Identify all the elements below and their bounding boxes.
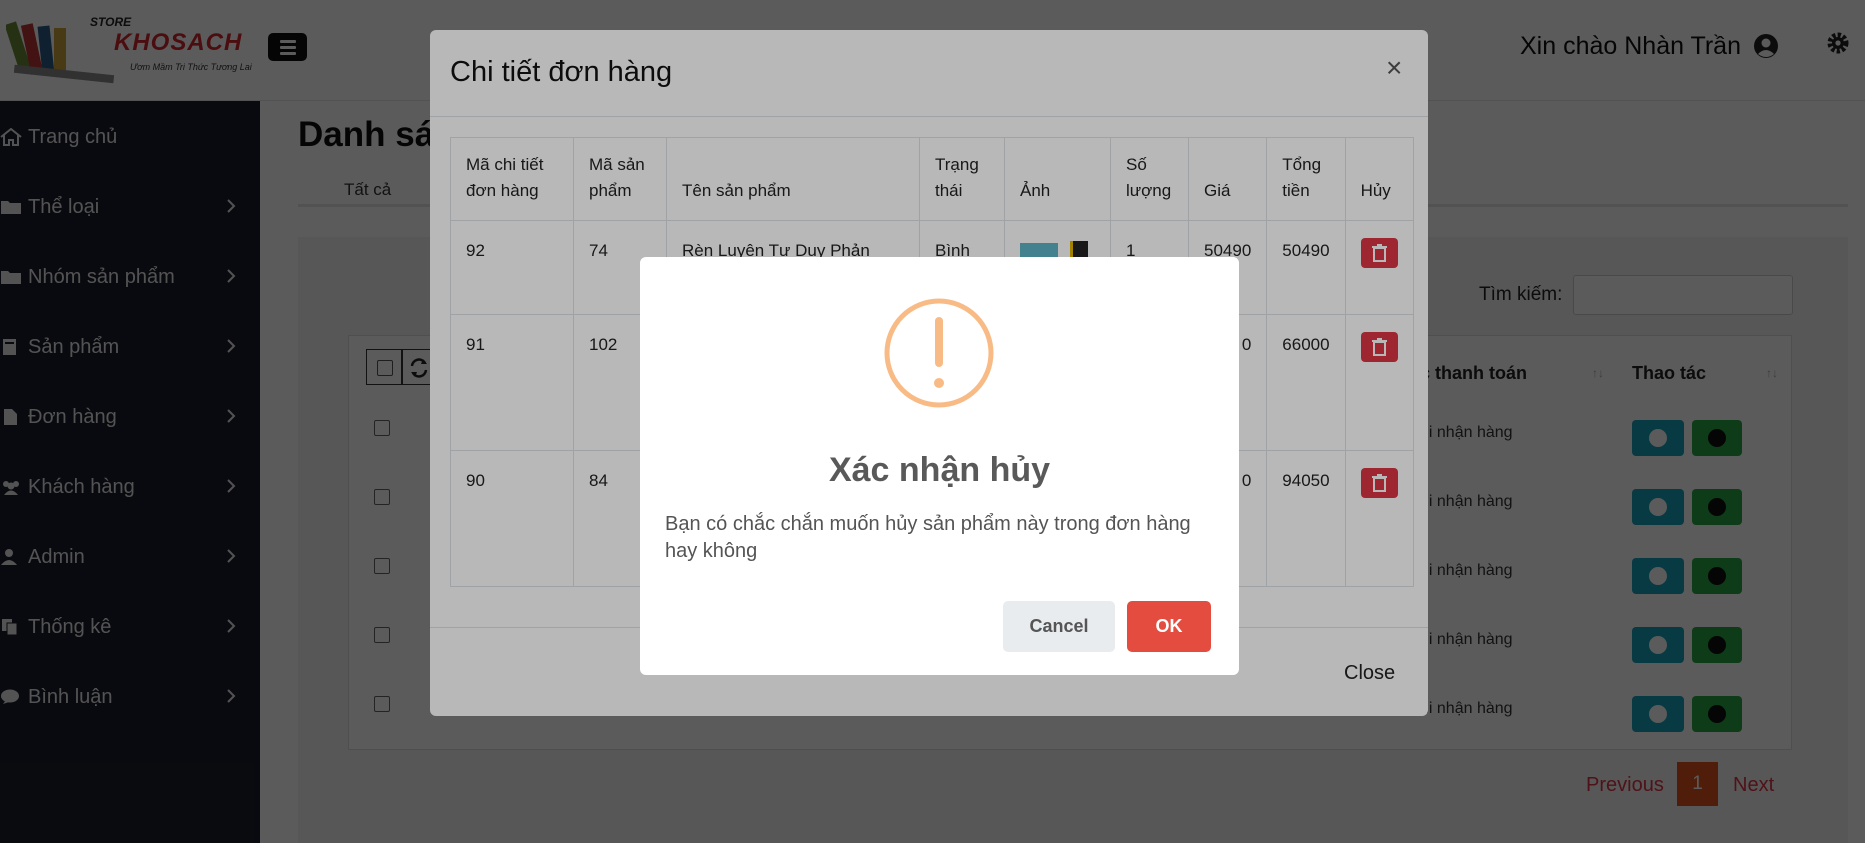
cancel-button[interactable]: Cancel (1003, 601, 1115, 652)
dialog-message: Bạn có chắc chắn muốn hủy sản phẩm này t… (665, 513, 1191, 562)
warning-icon (884, 298, 994, 408)
confirm-dialog: Xác nhận hủy Bạn có chắc chắn muốn hủy s… (640, 257, 1239, 675)
ok-button[interactable]: OK (1127, 601, 1211, 652)
dialog-title: Xác nhận hủy (828, 451, 1051, 489)
